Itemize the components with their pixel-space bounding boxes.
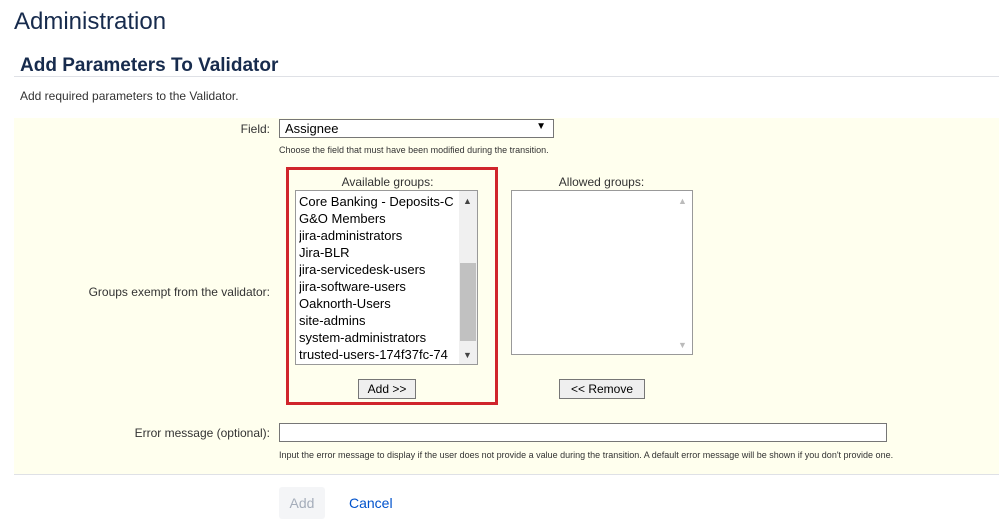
available-group-option[interactable]: jira-servicedesk-users — [299, 261, 459, 278]
error-message-input[interactable] — [279, 423, 887, 442]
available-group-option[interactable]: site-admins — [299, 312, 459, 329]
scrollbar-thumb[interactable] — [460, 263, 476, 341]
scroll-down-icon: ▼ — [678, 340, 687, 350]
error-message-hint: Input the error message to display if th… — [279, 450, 894, 460]
available-group-option[interactable]: Core Banking - Deposits-C — [299, 193, 459, 210]
section-description: Add required parameters to the Validator… — [20, 89, 239, 103]
available-groups-list[interactable]: Core Banking - Deposits-C G&O Members jira… — [295, 190, 478, 365]
available-group-option[interactable]: G&O Members — [299, 210, 459, 227]
groups-exempt-label: Groups exempt from the validator: — [88, 285, 270, 299]
scroll-down-icon[interactable]: ▼ — [463, 350, 472, 360]
allowed-groups-list[interactable]: ▲ ▼ — [511, 190, 693, 355]
available-groups-items: Core Banking - Deposits-C G&O Members jira… — [299, 193, 459, 363]
available-group-option[interactable]: Jira-BLR — [299, 244, 459, 261]
scroll-up-icon: ▲ — [678, 196, 687, 206]
scroll-up-icon[interactable]: ▲ — [463, 196, 472, 206]
allowed-groups-scrollbar: ▲ ▼ — [674, 191, 692, 354]
field-hint: Choose the field that must have been mod… — [279, 145, 549, 155]
field-select-value: Assignee — [285, 121, 339, 136]
section-divider — [14, 76, 999, 77]
remove-group-button[interactable]: << Remove — [559, 379, 645, 399]
submit-button[interactable]: Add — [279, 487, 325, 519]
allowed-groups-label: Allowed groups: — [558, 175, 645, 189]
available-group-option[interactable]: Oaknorth-Users — [299, 295, 459, 312]
cancel-link[interactable]: Cancel — [349, 495, 393, 511]
dropdown-arrow-icon: ▼ — [536, 121, 546, 132]
section-title: Add Parameters To Validator — [20, 55, 279, 76]
add-group-button[interactable]: Add >> — [358, 379, 416, 399]
field-select[interactable]: Assignee ▼ — [279, 119, 554, 138]
form-divider — [14, 474, 999, 475]
available-group-option[interactable]: system-administrators — [299, 329, 459, 346]
available-groups-label: Available groups: — [341, 175, 434, 189]
available-groups-scrollbar[interactable]: ▲ ▼ — [459, 191, 477, 364]
available-group-option[interactable]: jira-software-users — [299, 278, 459, 295]
field-label: Field: — [240, 122, 270, 136]
available-group-option[interactable]: jira-administrators — [299, 227, 459, 244]
available-group-option[interactable]: trusted-users-174f37fc-74 — [299, 346, 459, 363]
page-title: Administration — [14, 8, 167, 35]
error-message-label: Error message (optional): — [134, 426, 270, 440]
